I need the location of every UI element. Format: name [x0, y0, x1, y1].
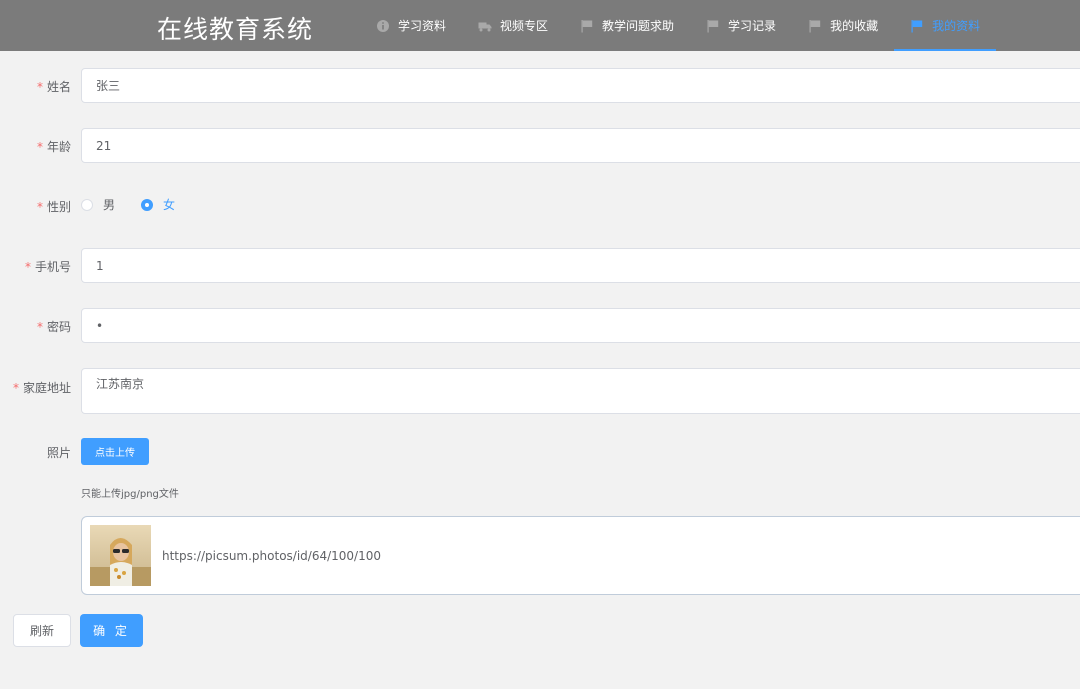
upload-tip: 只能上传jpg/png文件 — [81, 489, 179, 500]
form-row-name: * 姓名 — [0, 68, 1080, 103]
password-label: * 密码 — [36, 320, 71, 334]
gender-label: * 性别 — [36, 200, 71, 214]
nav-item-study-record[interactable]: 学习记录 — [690, 0, 792, 51]
required-mark: * — [12, 381, 19, 395]
nav-label: 视频专区 — [500, 19, 549, 33]
form-row-password: * 密码 — [0, 308, 1080, 343]
top-navbar: 在线教育系统 学习资料 视频专区 教学问题求助 学习记录 我的收藏 我的资料 — [0, 0, 1080, 51]
flag-icon — [808, 19, 822, 33]
flag-icon — [580, 19, 594, 33]
phone-label: * 手机号 — [24, 260, 71, 274]
nav-item-my-favorites[interactable]: 我的收藏 — [792, 0, 894, 51]
photo-thumbnail — [90, 525, 151, 586]
nav-item-video-zone[interactable]: 视频专区 — [462, 0, 564, 51]
form-row-phone: * 手机号 — [0, 248, 1080, 283]
nav-item-teaching-help[interactable]: 教学问题求助 — [564, 0, 690, 51]
nav-item-my-profile[interactable]: 我的资料 — [894, 0, 997, 51]
name-input[interactable] — [81, 68, 1080, 103]
required-mark: * — [36, 80, 43, 94]
age-label: * 年龄 — [36, 140, 71, 154]
form-row-age: * 年龄 — [0, 128, 1080, 163]
gender-radio-group: 男 女 — [81, 196, 201, 213]
nav-label: 学习记录 — [728, 19, 777, 33]
radio-circle — [141, 198, 154, 211]
nav-label: 我的收藏 — [830, 19, 879, 33]
photo-label: 照片 — [46, 446, 71, 460]
required-mark: * — [24, 260, 31, 274]
nav-label: 学习资料 — [398, 19, 447, 33]
radio-circle — [81, 198, 93, 211]
truck-icon — [478, 19, 492, 33]
uploaded-file-card[interactable]: https://picsum.photos/id/64/100/100 — [81, 516, 1080, 595]
address-textarea[interactable]: 江苏南京 — [81, 368, 1080, 414]
required-mark: * — [36, 320, 43, 334]
upload-button[interactable]: 点击上传 — [81, 438, 149, 465]
age-input[interactable] — [81, 128, 1080, 163]
flag-icon — [706, 19, 720, 33]
gender-radio-female[interactable]: 女 — [141, 196, 175, 213]
main-nav: 学习资料 视频专区 教学问题求助 学习记录 我的收藏 我的资料 — [360, 0, 997, 51]
uploaded-file-name: https://picsum.photos/id/64/100/100 — [162, 549, 381, 563]
name-label: * 姓名 — [36, 80, 71, 94]
flag-icon — [910, 19, 924, 33]
app-title: 在线教育系统 — [157, 15, 314, 44]
info-icon — [376, 19, 390, 33]
form-row-gender: * 性别 男 女 — [0, 190, 1080, 220]
gender-radio-male[interactable]: 男 — [81, 196, 115, 213]
address-label: * 家庭地址 — [12, 381, 71, 395]
password-input[interactable] — [81, 308, 1080, 343]
refresh-button[interactable]: 刷新 — [13, 614, 71, 647]
form-row-address: * 家庭地址 江苏南京 — [0, 368, 1080, 414]
nav-label: 我的资料 — [932, 19, 981, 33]
phone-input[interactable] — [81, 248, 1080, 283]
required-mark: * — [36, 140, 43, 154]
confirm-button[interactable]: 确 定 — [80, 614, 143, 647]
required-mark: * — [36, 200, 43, 214]
nav-label: 教学问题求助 — [602, 19, 675, 33]
nav-item-study-materials[interactable]: 学习资料 — [360, 0, 462, 51]
